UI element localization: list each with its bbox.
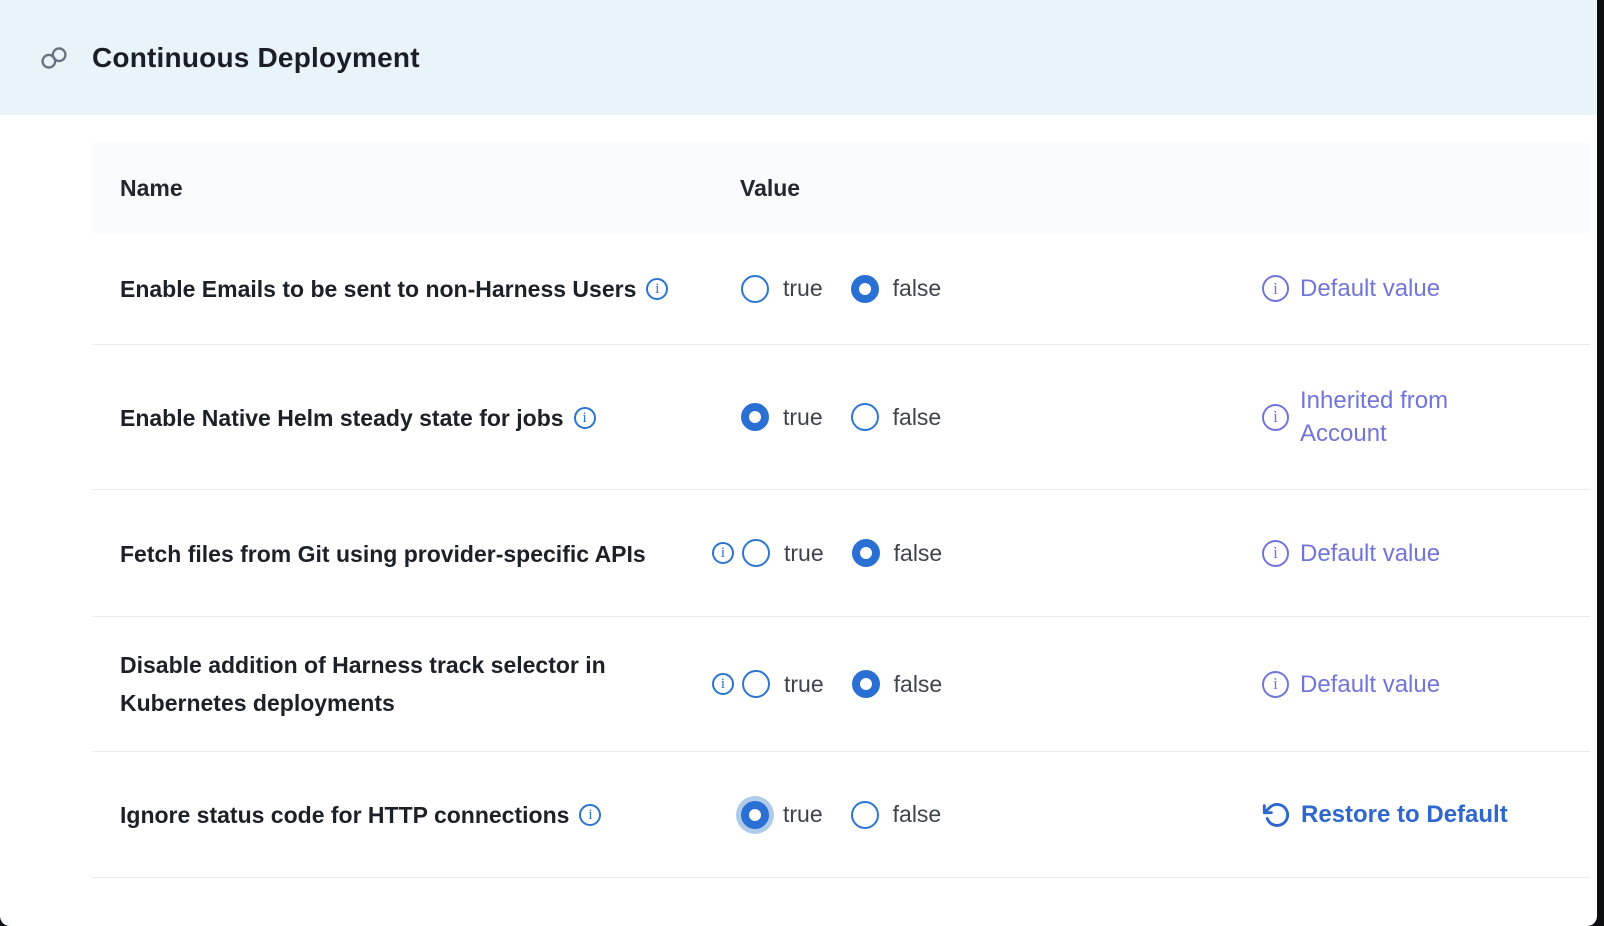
radio-true[interactable] bbox=[742, 670, 770, 698]
setting-name: Fetch files from Git using provider-spec… bbox=[120, 535, 646, 573]
radio-true-label[interactable]: true bbox=[784, 540, 824, 567]
setting-value-cell: i true false bbox=[712, 539, 1262, 567]
radio-true-label[interactable]: true bbox=[783, 275, 823, 302]
setting-row-fetch-files-git: Fetch files from Git using provider-spec… bbox=[92, 490, 1590, 617]
radio-false-label[interactable]: false bbox=[893, 404, 942, 431]
setting-row-native-helm: Enable Native Helm steady state for jobs… bbox=[92, 345, 1590, 490]
column-header-name: Name bbox=[92, 175, 712, 202]
radio-false[interactable] bbox=[851, 275, 879, 303]
setting-row-disable-track-selector: Disable addition of Harness track select… bbox=[92, 617, 1590, 752]
radio-false-label[interactable]: false bbox=[894, 540, 943, 567]
radio-false[interactable] bbox=[851, 801, 879, 829]
radio-false[interactable] bbox=[852, 670, 880, 698]
setting-name-cell: Fetch files from Git using provider-spec… bbox=[92, 533, 712, 573]
status-label[interactable]: Restore to Default bbox=[1301, 798, 1508, 831]
info-icon[interactable]: i bbox=[574, 407, 596, 429]
radio-true[interactable] bbox=[741, 275, 769, 303]
setting-name-cell: Enable Emails to be sent to non-Harness … bbox=[92, 269, 712, 309]
radio-false[interactable] bbox=[851, 403, 879, 431]
info-icon[interactable]: i bbox=[646, 278, 668, 300]
info-icon[interactable]: i bbox=[712, 542, 734, 564]
status-default-value[interactable]: i Default value bbox=[1262, 537, 1590, 570]
column-header-value: Value bbox=[712, 175, 1262, 202]
info-icon[interactable]: i bbox=[1262, 275, 1289, 302]
settings-table: Name Value Enable Emails to be sent to n… bbox=[92, 143, 1590, 878]
info-icon[interactable]: i bbox=[579, 804, 601, 826]
status-label[interactable]: Inherited from Account bbox=[1300, 384, 1505, 450]
setting-name: Ignore status code for HTTP connections bbox=[120, 796, 569, 834]
setting-name-cell: Enable Native Helm steady state for jobs… bbox=[92, 397, 712, 437]
status-label[interactable]: Default value bbox=[1300, 668, 1440, 701]
radio-true[interactable] bbox=[741, 403, 769, 431]
setting-name: Enable Native Helm steady state for jobs bbox=[120, 399, 564, 437]
setting-name: Enable Emails to be sent to non-Harness … bbox=[120, 270, 636, 308]
radio-false-label[interactable]: false bbox=[893, 801, 942, 828]
radio-false-label[interactable]: false bbox=[893, 275, 942, 302]
status-label[interactable]: Default value bbox=[1300, 537, 1440, 570]
setting-value-cell: true false bbox=[712, 801, 1262, 829]
setting-row-ignore-status-code: Ignore status code for HTTP connections i… bbox=[92, 752, 1590, 878]
setting-row-enable-emails: Enable Emails to be sent to non-Harness … bbox=[92, 233, 1590, 345]
link-icon bbox=[40, 44, 68, 72]
setting-name-cell: Ignore status code for HTTP connections i bbox=[92, 795, 712, 835]
info-icon[interactable]: i bbox=[1262, 404, 1289, 431]
page-title: Continuous Deployment bbox=[92, 42, 420, 74]
radio-true-label[interactable]: true bbox=[784, 671, 824, 698]
setting-value-cell: i true false bbox=[712, 670, 1262, 698]
restore-to-default-button[interactable]: Restore to Default bbox=[1262, 798, 1590, 831]
status-default-value[interactable]: i Default value bbox=[1262, 272, 1590, 305]
section-header: Continuous Deployment bbox=[0, 0, 1597, 115]
settings-page: Continuous Deployment Name Value Enable … bbox=[0, 0, 1597, 926]
restore-icon[interactable] bbox=[1262, 801, 1290, 829]
radio-false-label[interactable]: false bbox=[894, 671, 943, 698]
radio-true-label[interactable]: true bbox=[783, 801, 823, 828]
setting-value-cell: true false bbox=[712, 275, 1262, 303]
info-icon[interactable]: i bbox=[1262, 540, 1289, 567]
radio-true[interactable] bbox=[742, 539, 770, 567]
setting-name-cell: Disable addition of Harness track select… bbox=[92, 646, 712, 722]
status-label[interactable]: Default value bbox=[1300, 272, 1440, 305]
radio-false[interactable] bbox=[852, 539, 880, 567]
setting-value-cell: true false bbox=[712, 403, 1262, 431]
radio-true-label[interactable]: true bbox=[783, 404, 823, 431]
radio-true[interactable] bbox=[741, 801, 769, 829]
status-inherited-from-account[interactable]: i Inherited from Account bbox=[1262, 384, 1590, 450]
setting-name: Disable addition of Harness track select… bbox=[120, 646, 680, 722]
table-header-row: Name Value bbox=[92, 143, 1590, 233]
info-icon[interactable]: i bbox=[1262, 671, 1289, 698]
info-icon[interactable]: i bbox=[712, 673, 734, 695]
status-default-value[interactable]: i Default value bbox=[1262, 668, 1590, 701]
